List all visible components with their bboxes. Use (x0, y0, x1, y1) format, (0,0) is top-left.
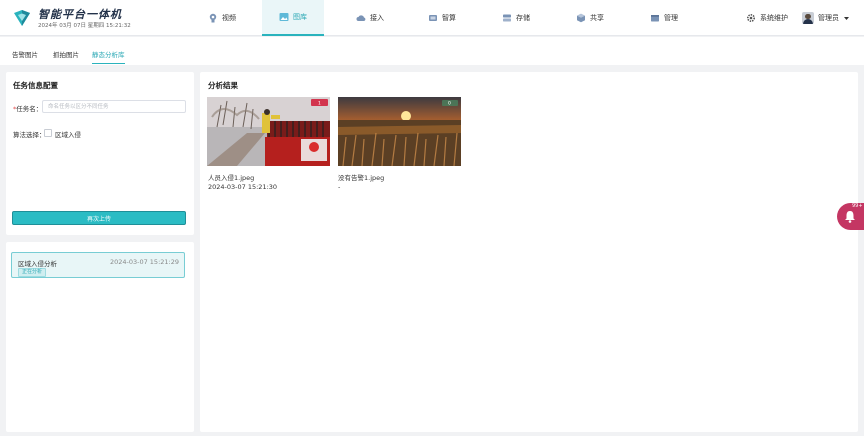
sunset-photo: 0 (338, 97, 461, 166)
thumbnail-badge: 0 (448, 101, 451, 107)
image-gallery-icon (279, 13, 289, 21)
nav-item-video[interactable]: 视频 (202, 0, 242, 36)
intrusion-photo: 1 (207, 97, 330, 166)
results-panel: 分析结果 1 人员入侵1.jpeg 2024-03-07 15:21:30 0 … (200, 72, 858, 432)
upload-again-button[interactable]: 再次上传 (12, 211, 186, 225)
nav-item-share[interactable]: 共享 (572, 0, 608, 36)
manage-icon (651, 15, 659, 22)
nav-label: 视频 (222, 14, 236, 22)
nav-label: 存储 (516, 14, 530, 22)
nav-item-gallery[interactable]: 图库 (262, 0, 324, 36)
result-filename: 人员入侵1.jpeg (208, 174, 255, 182)
system-maintenance-link[interactable]: 系统维护 (746, 0, 788, 36)
user-name: 管理员 (818, 14, 839, 22)
avatar (802, 12, 814, 24)
task-name-label: *任务名： (13, 103, 42, 113)
result-time: 2024-03-07 15:21:30 (208, 183, 278, 191)
nav-item-storage[interactable]: 存储 (498, 0, 534, 36)
tab-alarm-images[interactable]: 告警图片 (12, 49, 38, 59)
nav-item-compute[interactable]: 智算 (424, 0, 460, 36)
notification-count: 99+ (852, 203, 863, 209)
algo-label: 算法选择： (13, 131, 46, 139)
gear-icon (746, 13, 756, 23)
app-title: 智能平台一体机 (38, 8, 122, 21)
bell-icon (845, 211, 855, 223)
thumbnail-badge: 1 (318, 101, 321, 107)
task-name: 区域入侵分析 (18, 260, 57, 268)
cloud-access-icon (356, 15, 366, 21)
result-time: - (338, 183, 341, 191)
nav-label: 共享 (590, 14, 604, 22)
task-name-label-text: 任务名： (16, 105, 43, 113)
camera-icon (209, 13, 217, 23)
nav-label: 接入 (370, 14, 384, 22)
logo-icon (14, 10, 30, 26)
task-name-input[interactable] (42, 100, 186, 113)
nav-item-access[interactable]: 接入 (352, 0, 388, 36)
system-maintenance-label: 系统维护 (760, 14, 788, 22)
nav-item-manage[interactable]: 管理 (646, 0, 682, 36)
panel-title: 任务信息配置 (13, 81, 58, 90)
result-filename: 没有告警1.jpeg (338, 174, 385, 182)
tab-static-analysis[interactable]: 静态分析库 (92, 49, 125, 64)
result-thumbnail-no-alarm[interactable]: 0 (338, 97, 461, 166)
algo-option-label: 区域入侵 (55, 131, 81, 139)
sub-tabs: 告警图片 抓拍图片 静态分析库 (0, 37, 864, 65)
compute-icon (429, 15, 437, 21)
nav-label: 智算 (442, 14, 456, 22)
user-menu[interactable]: 管理员 (802, 0, 850, 36)
task-list-panel: 区域入侵分析 2024-03-07 15:21:29 正在分析 (6, 242, 194, 432)
storage-icon (503, 14, 511, 22)
share-icon (577, 13, 585, 23)
status-badge: 正在分析 (18, 268, 47, 277)
results-title: 分析结果 (208, 81, 238, 90)
task-time: 2024-03-07 15:21:29 (109, 258, 179, 266)
task-config-panel: 任务信息配置 *任务名： 算法选择： 区域入侵 再次上传 (6, 72, 194, 235)
chevron-down-icon (844, 16, 849, 20)
task-card[interactable]: 区域入侵分析 2024-03-07 15:21:29 正在分析 (11, 252, 185, 278)
top-bar: 智能平台一体机 2024年 03月 07日 星期四 15:21:32 视频 图库… (0, 0, 864, 36)
header-datetime: 2024年 03月 07日 星期四 15:21:32 (38, 23, 131, 29)
nav-label: 图库 (293, 13, 307, 21)
tab-snapshot-images[interactable]: 抓拍图片 (53, 49, 79, 59)
result-thumbnail-intrusion[interactable]: 1 (207, 97, 330, 166)
algo-checkbox-intrusion[interactable] (44, 129, 52, 137)
nav-label: 管理 (664, 14, 678, 22)
